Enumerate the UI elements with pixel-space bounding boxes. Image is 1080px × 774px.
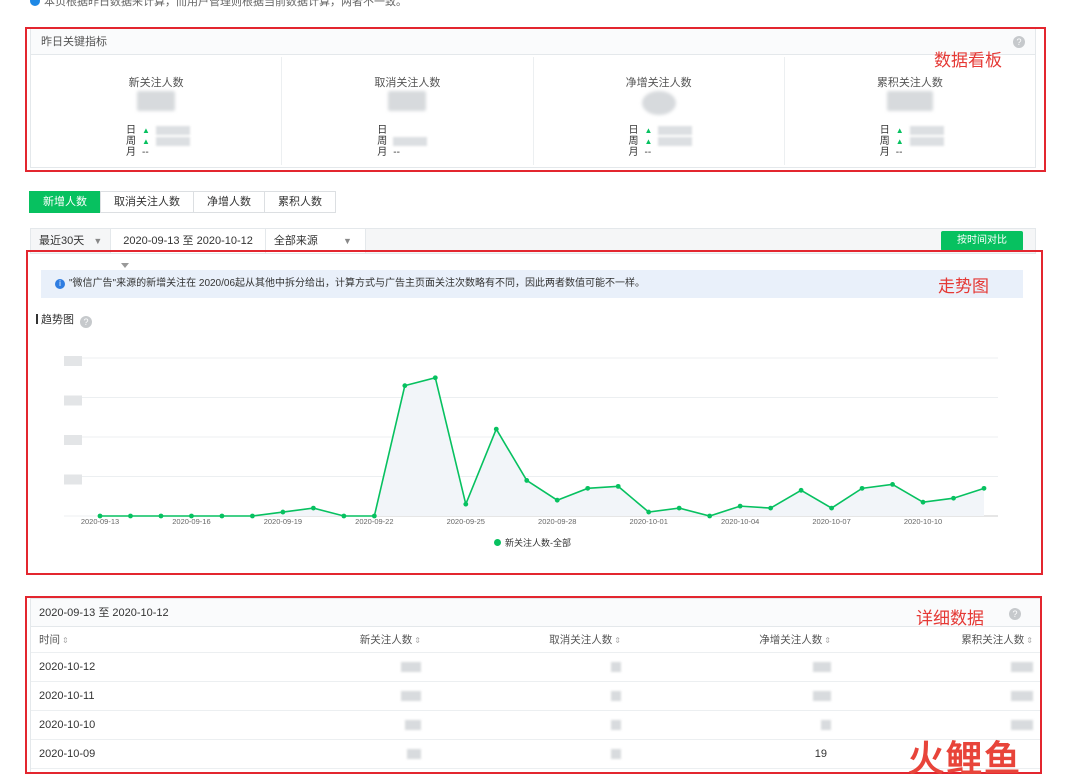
tab-new[interactable]: 新增人数 bbox=[29, 191, 101, 213]
annotation-dashboard: 数据看板 bbox=[934, 51, 1002, 71]
tab-cancel[interactable]: 取消关注人数 bbox=[100, 191, 194, 213]
watermark-logo: 火鲤鱼 bbox=[908, 739, 1023, 774]
date-range-value: 2020-09-13 至 2020-10-12 bbox=[123, 235, 253, 247]
annotation-trend: 走势图 bbox=[938, 277, 989, 297]
annotation-box-dashboard bbox=[25, 27, 1046, 172]
annotation-detail: 详细数据 bbox=[916, 609, 984, 629]
tab-total[interactable]: 累积人数 bbox=[264, 191, 336, 213]
compare-by-time-button[interactable]: 按时间对比 bbox=[941, 231, 1023, 251]
annotation-box-trend bbox=[26, 250, 1043, 575]
top-note: 本页根据昨日数据来计算，而用户管理则根据当前数据计算，两者不一致。 bbox=[30, 0, 407, 8]
top-note-text: 本页根据昨日数据来计算，而用户管理则根据当前数据计算，两者不一致。 bbox=[44, 0, 407, 8]
range-value: 最近30天 bbox=[39, 235, 85, 247]
tab-net[interactable]: 净增人数 bbox=[193, 191, 265, 213]
caret-down-icon: ▼ bbox=[342, 236, 352, 246]
metric-tabs: 新增人数 取消关注人数 净增人数 累积人数 bbox=[29, 191, 336, 213]
caret-down-icon: ▼ bbox=[93, 236, 103, 246]
info-icon bbox=[30, 0, 40, 6]
annotation-box-detail bbox=[25, 596, 1042, 774]
source-value: 全部来源 bbox=[273, 235, 318, 247]
